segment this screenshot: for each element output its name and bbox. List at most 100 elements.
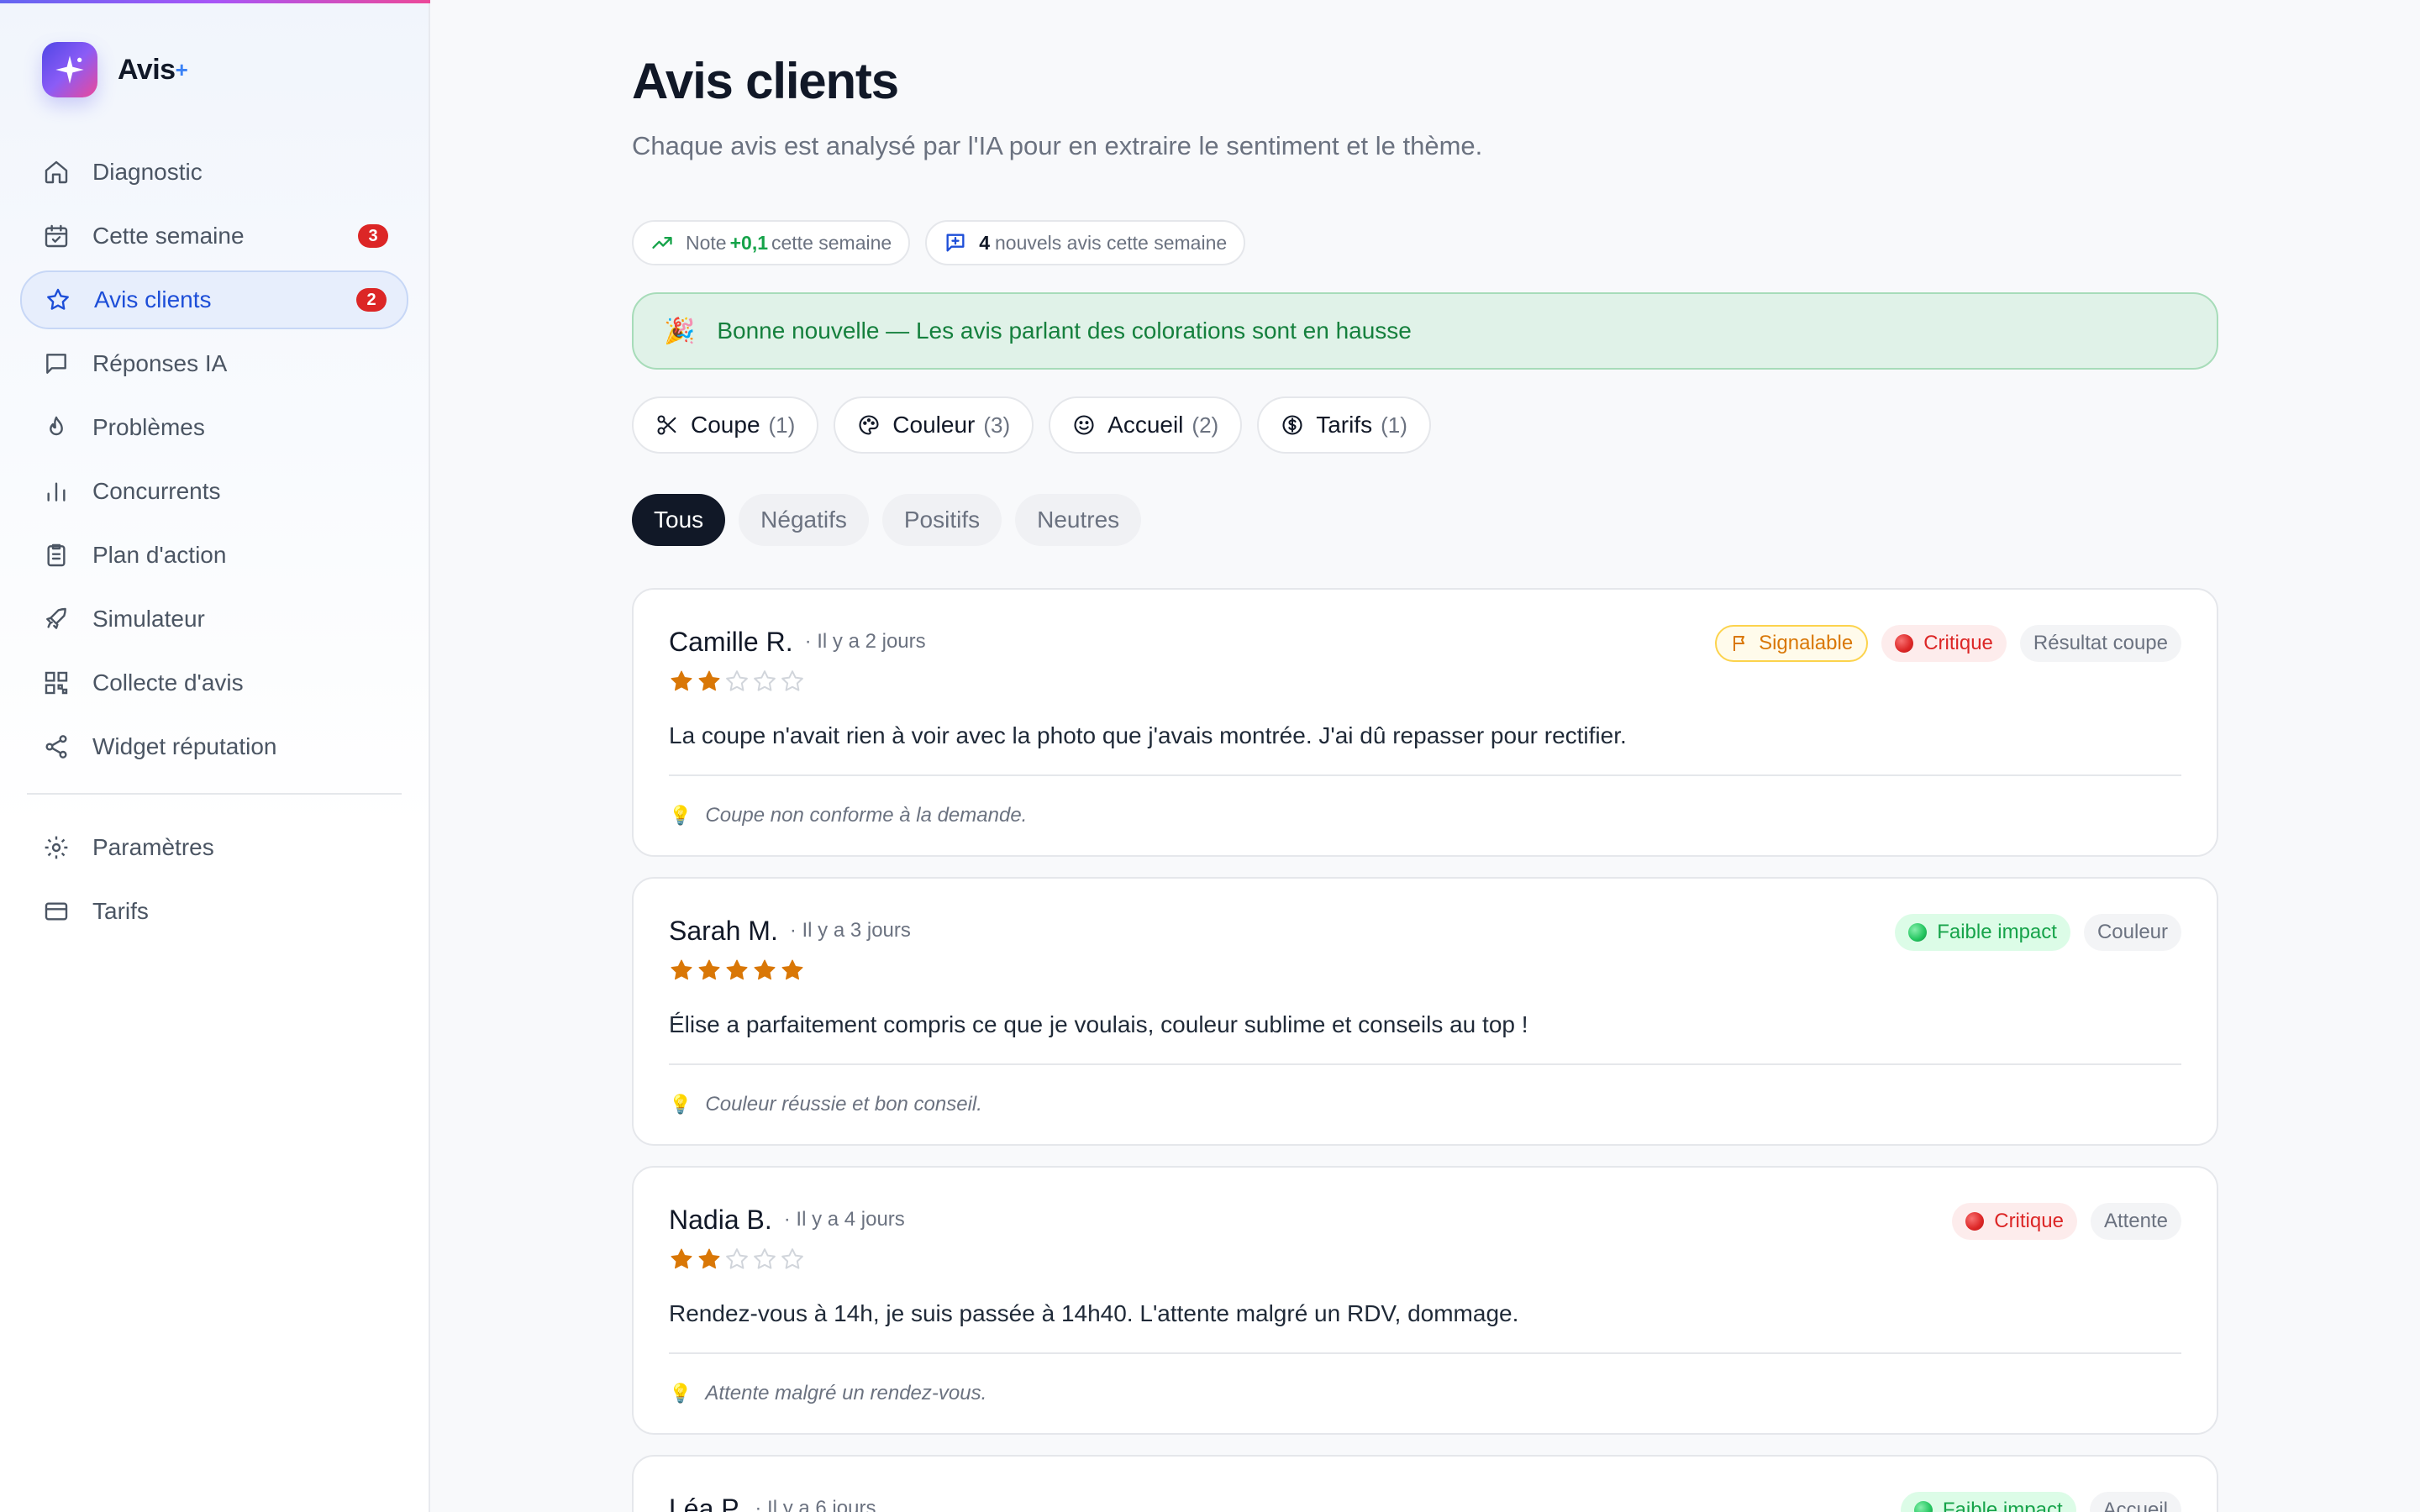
sidebar-item-diagnostic[interactable]: Diagnostic [20,143,408,202]
bar-chart-icon [42,477,71,506]
rocket-icon [42,605,71,633]
page-subtitle: Chaque avis est analysé par l'IA pour en… [632,131,1483,160]
theme-label: Accueil [1107,412,1184,438]
impact-label: Faible impact [1942,1499,2063,1512]
calendar-check-icon [42,222,71,250]
sparkle-logo-icon [42,42,97,97]
review-date: · Il y a 2 jours [804,630,926,653]
theme-label: Coupe [691,412,760,438]
review-author: Nadia B. [669,1204,772,1235]
star-filled-icon [726,959,748,980]
new-reviews-count: 4 [979,231,990,254]
review-card[interactable]: Nadia B. · Il y a 4 jours Critique Atten… [632,1166,2218,1435]
lightbulb-icon: 💡 [669,805,692,826]
palette-icon [859,415,879,435]
review-text: Rendez-vous à 14h, je suis passée à 14h4… [669,1300,1519,1326]
star-empty-icon [754,1248,776,1269]
trending-up-icon [652,237,672,249]
sidebar-item-widget-reputation[interactable]: Widget réputation [20,717,408,776]
sidebar-item-concurrents[interactable]: Concurrents [20,462,408,521]
lightbulb-icon: 💡 [669,1094,692,1115]
review-text: Élise a parfaitement compris ce que je v… [669,1011,1528,1037]
sidebar-nav: Diagnostic Cette semaine 3 Avis clients … [20,143,408,946]
review-text: La coupe n'avait rien à voir avec la pho… [669,722,1627,748]
sidebar-item-label: Simulateur [92,606,205,632]
sidebar-item-plan-action[interactable]: Plan d'action [20,526,408,585]
sidebar-item-tarifs[interactable]: Tarifs [20,882,408,941]
sidebar-item-label: Cette semaine [92,223,245,249]
rating-period: cette semaine [771,231,892,254]
star-filled-icon [698,1248,720,1269]
theme-chip-couleur[interactable]: Couleur (3) [834,396,1034,454]
rating-trend-pill: Note +0,1 cette semaine [632,220,911,265]
sidebar-item-label: Réponses IA [92,350,228,376]
qr-code-icon [42,669,71,697]
star-empty-icon [726,1248,748,1269]
review-author: Léa P. [669,1493,744,1512]
sidebar-divider [27,793,402,795]
review-tags: Signalable Critique Résultat coupe [1702,625,2181,662]
review-card[interactable]: Sarah M. · Il y a 3 jours Faible impact … [632,877,2218,1146]
ai-summary: 💡 Couleur réussie et bon conseil. [669,1065,2181,1144]
gear-icon [42,833,71,862]
message-plus-icon [946,234,965,252]
tab-negatifs[interactable]: Négatifs [739,494,869,546]
tab-tous[interactable]: Tous [632,494,726,546]
green-dot-icon [1913,1501,1933,1512]
sidebar-item-label: Avis clients [94,286,212,312]
review-card[interactable]: Léa P. · Il y a 6 jours Faible impact Ac… [632,1455,2218,1512]
review-card[interactable]: Camille R. · Il y a 2 jours Signalable C… [632,588,2218,857]
theme-tag: Accueil [2089,1492,2181,1512]
theme-chip-tarifs[interactable]: Tarifs (1) [1257,396,1431,454]
sidebar-item-reponses-ia[interactable]: Réponses IA [20,334,408,393]
sidebar-item-problemes[interactable]: Problèmes [20,398,408,457]
ai-summary-text: Attente malgré un rendez-vous. [705,1382,987,1404]
brand[interactable]: Avis+ [42,42,188,97]
star-filled-icon [698,670,720,691]
rating-label: Note [686,231,727,254]
star-rating [669,1245,2181,1273]
party-popper-icon: 🎉 [664,317,696,345]
impact-label: Critique [1923,632,1993,654]
sidebar-item-parametres[interactable]: Paramètres [20,818,408,877]
impact-label: Critique [1994,1210,2064,1232]
star-rating [669,956,2181,984]
sidebar-item-label: Collecte d'avis [92,669,244,696]
new-reviews-label: nouvels avis cette semaine [995,231,1228,254]
star-filled-icon [671,959,692,980]
dollar-circle-icon [1282,415,1302,435]
theme-chip-coupe[interactable]: Coupe (1) [632,396,819,454]
sidebar-item-avis-clients[interactable]: Avis clients 2 [20,270,408,329]
tab-neutres[interactable]: Neutres [1015,494,1142,546]
rating-delta: +0,1 [729,231,768,254]
sidebar-item-label: Plan d'action [92,542,227,568]
notification-badge: 2 [356,288,387,312]
flag-tag[interactable]: Signalable [1715,625,1869,662]
red-dot-icon [1965,1212,1985,1231]
impact-tag: Critique [1952,1203,2077,1240]
flame-icon [42,413,71,442]
sidebar-item-collecte-avis[interactable]: Collecte d'avis [20,654,408,712]
brand-name: Avis+ [118,53,188,86]
sidebar-item-simulateur[interactable]: Simulateur [20,590,408,648]
credit-card-icon [42,897,71,926]
review-author: Sarah M. [669,915,778,946]
ai-summary-text: Couleur réussie et bon conseil. [705,1093,982,1116]
review-date: · Il y a 4 jours [783,1208,905,1231]
theme-tag: Attente [2090,1203,2181,1240]
sidebar-item-cette-semaine[interactable]: Cette semaine 3 [20,207,408,265]
theme-chips: Coupe (1) Couleur (3) Accueil (2) Tarifs… [632,396,1446,454]
review-date: · Il y a 3 jours [789,919,911,942]
tab-positifs[interactable]: Positifs [881,494,1002,546]
ai-summary: 💡 Attente malgré un rendez-vous. [669,1354,2181,1433]
theme-chip-accueil[interactable]: Accueil (2) [1049,396,1243,454]
theme-count: (2) [1192,412,1219,438]
ai-summary-text: Coupe non conforme à la demande. [705,804,1028,827]
theme-tag: Résultat coupe [2019,625,2181,662]
star-empty-icon [754,670,776,691]
flag-icon [1733,636,1745,651]
smile-icon [1074,415,1094,435]
star-rating [669,667,2181,696]
theme-count: (3) [983,412,1011,438]
new-reviews-pill: 4 nouvels avis cette semaine [925,220,1246,265]
